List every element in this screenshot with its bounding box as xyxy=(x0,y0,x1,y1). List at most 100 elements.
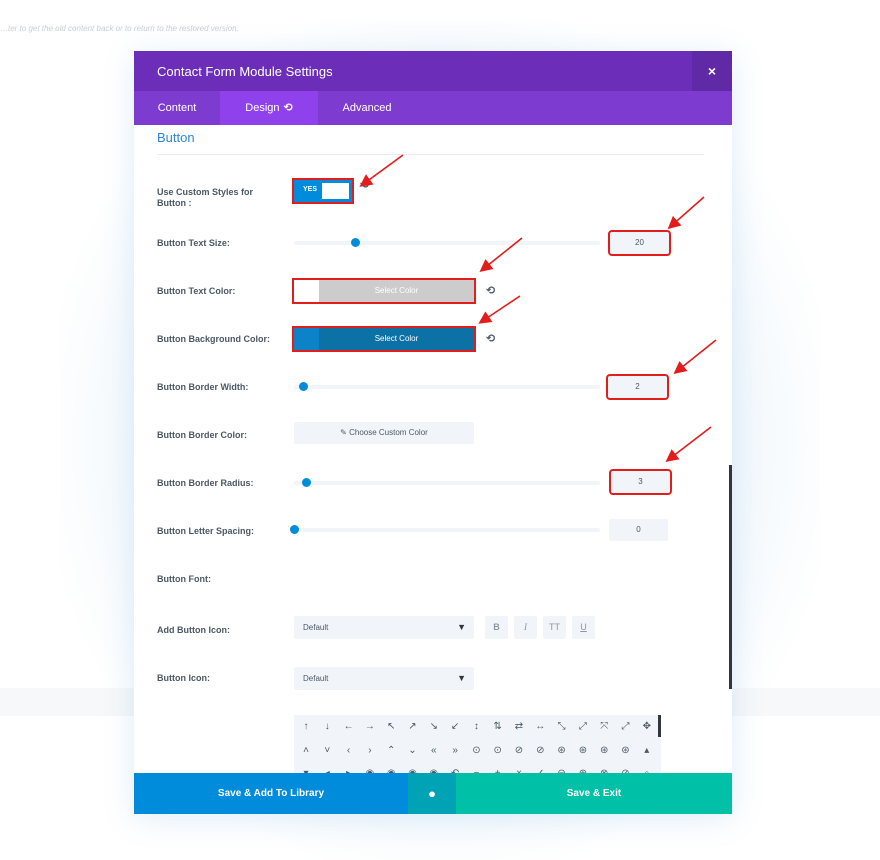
italic-button[interactable]: I xyxy=(514,616,537,639)
icon-option[interactable]: ◉ xyxy=(359,763,381,773)
icon-option[interactable]: ⊖ xyxy=(551,763,573,773)
icon-option[interactable]: ⌃ xyxy=(380,740,402,762)
close-icon: × xyxy=(707,63,717,79)
reset-icon[interactable]: ⟲ xyxy=(486,333,498,345)
icon-option[interactable]: ▸ xyxy=(338,763,360,773)
icon-option[interactable]: ↕ xyxy=(465,716,487,738)
tab-design[interactable]: Design ⟲ xyxy=(220,91,318,125)
font-select[interactable]: Default ▼ xyxy=(294,616,474,639)
caret-down-icon: ▼ xyxy=(457,622,466,632)
border-color-label: Button Border Color: xyxy=(157,430,247,440)
icon-option[interactable]: ⊗ xyxy=(593,763,615,773)
border-radius-slider[interactable] xyxy=(294,478,600,487)
icon-option[interactable]: ⊛ xyxy=(572,740,594,762)
icon-option[interactable]: ⤢ xyxy=(572,716,594,738)
icon-option[interactable]: × xyxy=(508,763,530,773)
background-notice: …ter to get the old content back or to r… xyxy=(0,24,239,33)
icon-option[interactable]: ⊙ xyxy=(465,740,487,762)
icon-option[interactable]: ⤧ xyxy=(593,716,615,738)
icon-option[interactable]: ↑ xyxy=(295,716,317,738)
icon-option[interactable]: ◉ xyxy=(423,763,445,773)
tab-bar: Content Design ⟲ Advanced xyxy=(134,91,732,125)
border-width-input[interactable]: 2 xyxy=(606,374,669,400)
module-settings-modal: Contact Form Module Settings × Content D… xyxy=(134,51,732,814)
icon-option[interactable]: ⊛ xyxy=(551,740,573,762)
add-icon-select[interactable]: Default ▼ xyxy=(294,667,474,690)
bold-button[interactable]: B xyxy=(485,616,508,639)
uppercase-button[interactable]: TT xyxy=(543,616,566,639)
icon-option[interactable]: ˅ xyxy=(316,740,338,762)
choose-custom-color-button[interactable]: ✎ Choose Custom Color xyxy=(294,422,474,444)
icon-picker-grid: ↑↓←→↖↗↘↙↕⇅⇄↔⤡⤢⤧⤢✥˄˅‹›⌃⌄«»⊙⊙⊘⊘⊛⊛⊛⊛▴▾◂▸◉◉◉… xyxy=(294,715,661,773)
bg-color-picker[interactable]: Select Color xyxy=(292,326,476,352)
icon-option[interactable]: « xyxy=(423,740,445,762)
icon-option[interactable]: ⌕ xyxy=(636,763,658,773)
icon-option[interactable]: ▾ xyxy=(295,763,317,773)
tab-content[interactable]: Content xyxy=(134,91,220,125)
icon-option[interactable]: ⤡ xyxy=(551,716,573,738)
icon-option[interactable]: ⌄ xyxy=(402,740,424,762)
icon-option[interactable]: ⊛ xyxy=(615,740,637,762)
text-size-slider[interactable] xyxy=(294,238,600,247)
color-swatch xyxy=(294,328,319,350)
icon-option[interactable]: ↗ xyxy=(402,716,424,738)
save-add-to-library-button[interactable]: Save & Add To Library xyxy=(134,773,408,814)
icon-option[interactable]: ⊘ xyxy=(615,763,637,773)
icon-option[interactable]: ⤢ xyxy=(615,716,637,738)
slider-thumb[interactable] xyxy=(302,478,312,487)
icon-option[interactable]: › xyxy=(359,740,381,762)
icon-option[interactable]: ✓ xyxy=(529,763,551,773)
select-color-label: Select Color xyxy=(319,280,474,302)
slider-thumb[interactable] xyxy=(299,382,309,391)
icon-option[interactable]: ⊘ xyxy=(529,740,551,762)
icon-option[interactable]: ↔ xyxy=(529,716,551,738)
icon-option[interactable]: » xyxy=(444,740,466,762)
icon-option[interactable]: ↖ xyxy=(380,716,402,738)
tab-advanced[interactable]: Advanced xyxy=(318,91,416,125)
custom-styles-toggle[interactable]: YES xyxy=(292,178,354,204)
modal-footer: Save & Add To Library ● Save & Exit xyxy=(134,773,732,814)
icon-option[interactable]: ← xyxy=(338,716,360,738)
content-scrollbar[interactable] xyxy=(729,465,732,689)
icon-grid-scrollbar[interactable] xyxy=(658,715,661,737)
letter-spacing-slider[interactable] xyxy=(290,525,600,534)
text-size-input[interactable]: 20 xyxy=(608,230,671,256)
icon-option[interactable]: ▴ xyxy=(636,740,658,762)
icon-option[interactable]: ↘ xyxy=(423,716,445,738)
slider-thumb[interactable] xyxy=(290,525,299,534)
modal-title: Contact Form Module Settings xyxy=(157,64,333,79)
icon-option[interactable]: ↙ xyxy=(444,716,466,738)
icon-option[interactable]: ↶ xyxy=(444,763,466,773)
icon-option[interactable]: ⊕ xyxy=(572,763,594,773)
choose-color-label: Choose Custom Color xyxy=(349,428,428,437)
icon-option[interactable]: + xyxy=(487,763,509,773)
border-width-slider[interactable] xyxy=(294,382,600,391)
letter-spacing-input[interactable]: 0 xyxy=(609,519,668,541)
icon-option[interactable]: ⊛ xyxy=(593,740,615,762)
icon-option[interactable]: ⊙ xyxy=(487,740,509,762)
icon-option[interactable]: ⇄ xyxy=(508,716,530,738)
border-radius-input[interactable]: 3 xyxy=(609,469,672,495)
icon-option[interactable]: ‹ xyxy=(338,740,360,762)
preview-button[interactable]: ● xyxy=(408,773,456,814)
underline-button[interactable]: U xyxy=(572,616,595,639)
reset-icon[interactable]: ⟲ xyxy=(284,102,293,114)
tab-label: Content xyxy=(157,102,197,114)
icon-option[interactable]: ◉ xyxy=(380,763,402,773)
save-exit-button[interactable]: Save & Exit xyxy=(456,773,732,814)
icon-option[interactable]: ⊘ xyxy=(508,740,530,762)
icon-option[interactable]: ⇅ xyxy=(487,716,509,738)
icon-option[interactable]: ˄ xyxy=(295,740,317,762)
text-color-picker[interactable]: Select Color xyxy=(292,278,476,304)
icon-option[interactable]: ✥ xyxy=(636,716,658,738)
reset-icon[interactable]: ⟲ xyxy=(360,179,372,191)
bg-color-label: Button Background Color: xyxy=(157,334,270,344)
icon-option[interactable]: − xyxy=(465,763,487,773)
icon-option[interactable]: ◂ xyxy=(316,763,338,773)
icon-option[interactable]: ↓ xyxy=(316,716,338,738)
icon-option[interactable]: ◉ xyxy=(402,763,424,773)
reset-icon[interactable]: ⟲ xyxy=(486,285,498,297)
slider-thumb[interactable] xyxy=(351,238,361,247)
close-button[interactable]: × xyxy=(692,51,732,91)
icon-option[interactable]: → xyxy=(359,716,381,738)
